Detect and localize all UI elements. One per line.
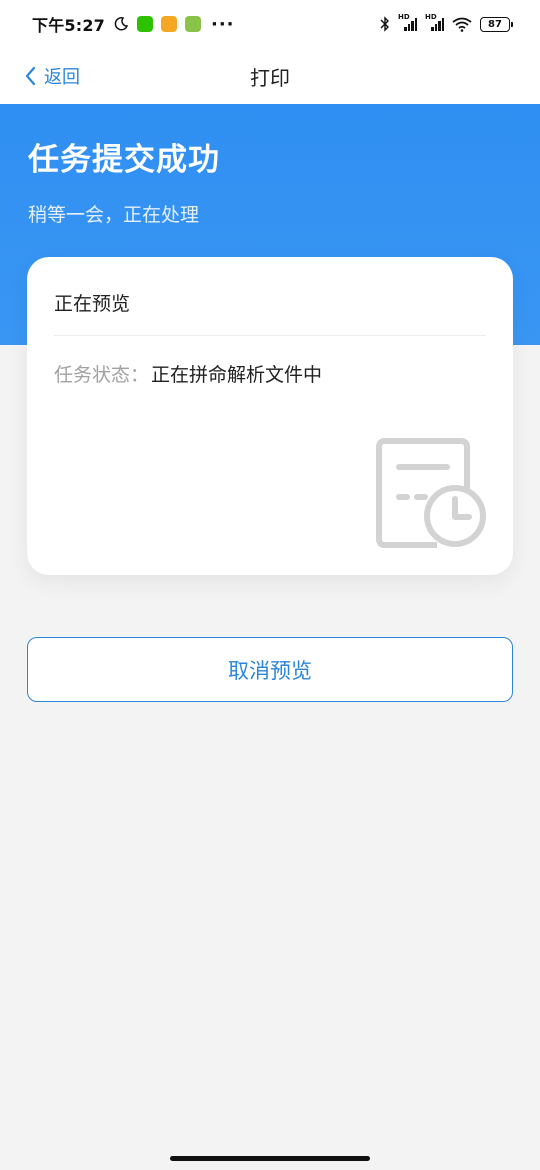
- status-bar-left: 下午5:27 ···: [32, 12, 235, 36]
- status-time: 下午5:27: [32, 16, 105, 35]
- hd-signal-icon: HD: [425, 13, 444, 31]
- moon-icon: [114, 17, 129, 31]
- home-indicator[interactable]: [170, 1156, 370, 1161]
- task-status-row: 任务状态： 正在拼命解析文件中: [54, 360, 322, 387]
- preview-status-card: 正在预览 任务状态： 正在拼命解析文件中: [27, 257, 513, 575]
- task-status-label: 任务状态：: [54, 364, 150, 386]
- chevron-left-icon: [25, 66, 36, 86]
- status-bar: 下午5:27 ··· HD HD 87: [0, 0, 540, 48]
- back-button[interactable]: 返回: [24, 60, 80, 92]
- battery-icon: 87: [480, 16, 513, 32]
- hero-subtitle: 稍等一会，正在处理: [28, 204, 200, 226]
- wechat-icon: [137, 16, 153, 32]
- bluetooth-icon: [380, 16, 389, 32]
- cancel-preview-button[interactable]: 取消预览: [27, 637, 513, 702]
- more-dots-icon: ···: [211, 13, 235, 35]
- nav-bar: 返回 打印: [0, 48, 540, 104]
- status-bar-right: HD HD 87: [380, 13, 513, 32]
- card-divider: [54, 335, 486, 336]
- hd-signal-icon: HD: [398, 13, 417, 31]
- message-app-icon: [161, 16, 177, 32]
- document-clock-icon: [376, 438, 486, 548]
- download-app-icon: [185, 16, 201, 32]
- back-label: 返回: [44, 67, 80, 88]
- hero-title: 任务提交成功: [28, 142, 220, 178]
- page-title: 打印: [250, 65, 290, 90]
- card-title: 正在预览: [54, 293, 131, 315]
- task-status-value: 正在拼命解析文件中: [151, 364, 323, 386]
- wifi-icon: [452, 17, 472, 32]
